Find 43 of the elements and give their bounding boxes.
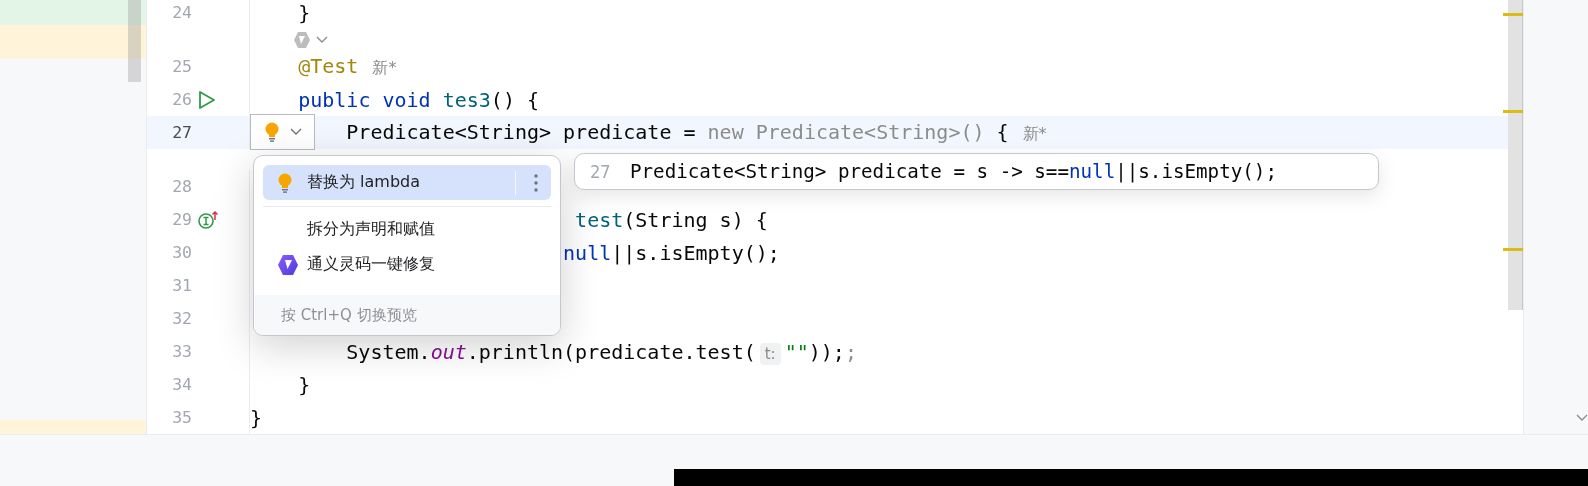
line-number: 27: [171, 123, 192, 142]
line-number: 29: [171, 210, 192, 229]
line-number: 34: [171, 375, 192, 394]
chevron-icon[interactable]: [1576, 414, 1588, 422]
code-line: public void tes3() {: [298, 87, 539, 112]
more-icon[interactable]: [533, 172, 539, 193]
lightbulb-icon: [277, 172, 293, 193]
chevron-icon[interactable]: [316, 35, 329, 44]
warning-marker[interactable]: [1503, 248, 1523, 251]
menu-item[interactable]: 通义灵码一键修复: [263, 247, 551, 282]
line-number: 32: [171, 309, 192, 328]
line-number: 30: [171, 243, 192, 262]
code-line: }: [298, 0, 311, 25]
code-line: test(String s) {: [575, 207, 768, 232]
menu-item[interactable]: 替换为 lambda: [263, 165, 551, 200]
assistant-icon: [277, 253, 299, 276]
line-number: 26: [171, 90, 192, 109]
code-line: }: [298, 372, 311, 397]
line-number: 24: [171, 3, 192, 22]
intention-button[interactable]: [250, 114, 315, 150]
line-number: 28: [171, 177, 192, 196]
shortcut-hint: 按 Ctrl+Q 切换预览: [281, 305, 417, 325]
code-line: }: [250, 405, 263, 430]
run-icon[interactable]: [198, 89, 216, 110]
code-line: System.out.println(predicate.test( t: ""));;: [346, 339, 857, 364]
line-number: 25: [171, 57, 192, 76]
implements-icon[interactable]: [198, 209, 220, 230]
scrollbar-thumb[interactable]: [128, 0, 141, 82]
code-line: Predicate<String> predicate = new Predicate<String>() { 新*: [346, 120, 1047, 145]
code-line: @Test 新*: [298, 54, 397, 79]
code-line: null||s.isEmpty();: [563, 240, 780, 265]
warning-marker[interactable]: [1503, 110, 1523, 113]
menu-item[interactable]: 拆分为声明和赋值: [263, 212, 551, 247]
warning-marker[interactable]: [1503, 13, 1523, 16]
scrollbar[interactable]: [1508, 0, 1523, 310]
line-number: 31: [171, 276, 192, 295]
code-line: Predicate<String> predicate = s -> s==null||s.isEmpty();: [630, 160, 1277, 183]
lightbulb-icon: [263, 122, 280, 142]
chevron-icon: [289, 128, 302, 136]
line-number: 33: [171, 342, 192, 361]
assistant-icon[interactable]: [292, 29, 313, 50]
line-number: 27: [590, 161, 612, 182]
line-number: 35: [171, 408, 192, 427]
